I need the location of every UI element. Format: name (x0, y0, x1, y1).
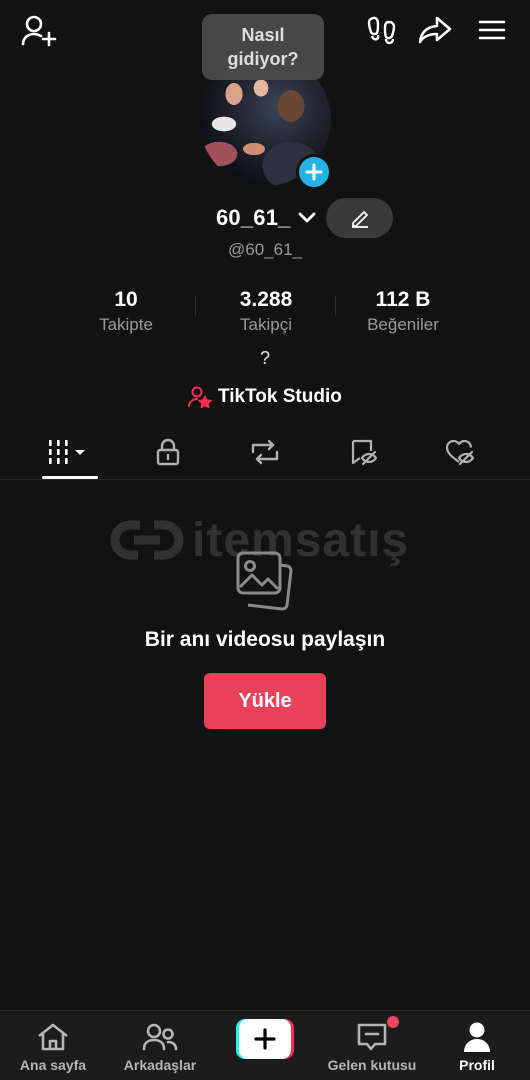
share-icon[interactable] (414, 10, 456, 50)
tab-favorites[interactable] (336, 428, 392, 476)
username-switcher[interactable]: 60_61_ (216, 202, 317, 234)
nav-inbox[interactable]: Gelen kutusu (318, 1011, 426, 1080)
tab-divider (0, 479, 530, 480)
watermark-text: itemsatış (192, 513, 410, 567)
stat-following-label: Takipte (99, 315, 153, 334)
menu-icon[interactable] (472, 10, 512, 50)
nav-home[interactable]: Ana sayfa (12, 1011, 94, 1080)
bookmark-hidden-icon (351, 439, 378, 466)
home-icon (36, 1021, 70, 1053)
repost-icon (251, 439, 279, 465)
nav-inbox-label: Gelen kutusu (327, 1057, 417, 1073)
chevron-down-icon (297, 211, 317, 225)
tooltip[interactable]: Nasıl gidiyor? (202, 14, 324, 80)
nav-home-label: Ana sayfa (19, 1057, 87, 1073)
nav-profile[interactable]: Profil (446, 1011, 508, 1080)
stat-followers[interactable]: 3.288 Takipçi (196, 286, 336, 336)
grid-icon (49, 440, 85, 464)
bottom-navigation: Ana sayfa Arkadaşlar Gelen kutusu Profil (0, 1010, 530, 1080)
watermark-logo-icon (110, 520, 184, 560)
stat-following-value: 10 (114, 288, 138, 311)
photo-stack-icon (232, 548, 298, 612)
empty-state-title: Bir anı videosu paylaşın (144, 628, 386, 651)
tooltip-line-2: gidiyor? (227, 49, 299, 69)
pencil-icon (351, 211, 368, 228)
stat-likes[interactable]: 112 B Beğeniler (333, 286, 473, 336)
profile-bio: ? (259, 348, 270, 368)
edit-profile-button[interactable] (326, 198, 393, 238)
inbox-icon (356, 1021, 388, 1053)
stat-followers-value: 3.288 (239, 288, 293, 311)
stat-following[interactable]: 10 Takipte (56, 286, 196, 336)
add-friend-icon[interactable] (18, 10, 60, 50)
create-button[interactable] (236, 1019, 294, 1059)
nav-friends-label: Arkadaşlar (123, 1057, 197, 1073)
nav-friends[interactable]: Arkadaşlar (114, 1011, 206, 1080)
stat-likes-value: 112 B (375, 288, 431, 311)
username: 60_61_ (216, 205, 291, 230)
profile-handle: @60_61_ (228, 240, 302, 259)
stat-followers-label: Takipçi (240, 315, 292, 334)
footprints-icon[interactable] (362, 10, 402, 50)
friends-icon (142, 1021, 178, 1053)
nav-profile-label: Profil (459, 1057, 495, 1073)
tooltip-line-1: Nasıl (241, 25, 285, 45)
liked-hidden-icon (445, 439, 475, 466)
upload-button[interactable]: Yükle (204, 673, 326, 729)
notification-dot (387, 1016, 399, 1028)
tiktok-studio-label: TikTok Studio (218, 386, 342, 407)
creator-star-icon (188, 386, 212, 408)
add-story-plus-icon[interactable] (296, 154, 332, 190)
tab-videos[interactable] (42, 428, 98, 476)
lock-icon (156, 438, 180, 466)
tab-private[interactable] (140, 428, 196, 476)
profile-icon (462, 1021, 492, 1053)
tab-liked[interactable] (432, 428, 488, 476)
tab-reposts[interactable] (237, 428, 293, 476)
tiktok-studio-link[interactable]: TikTok Studio (188, 384, 342, 410)
stat-likes-label: Beğeniler (367, 315, 439, 334)
